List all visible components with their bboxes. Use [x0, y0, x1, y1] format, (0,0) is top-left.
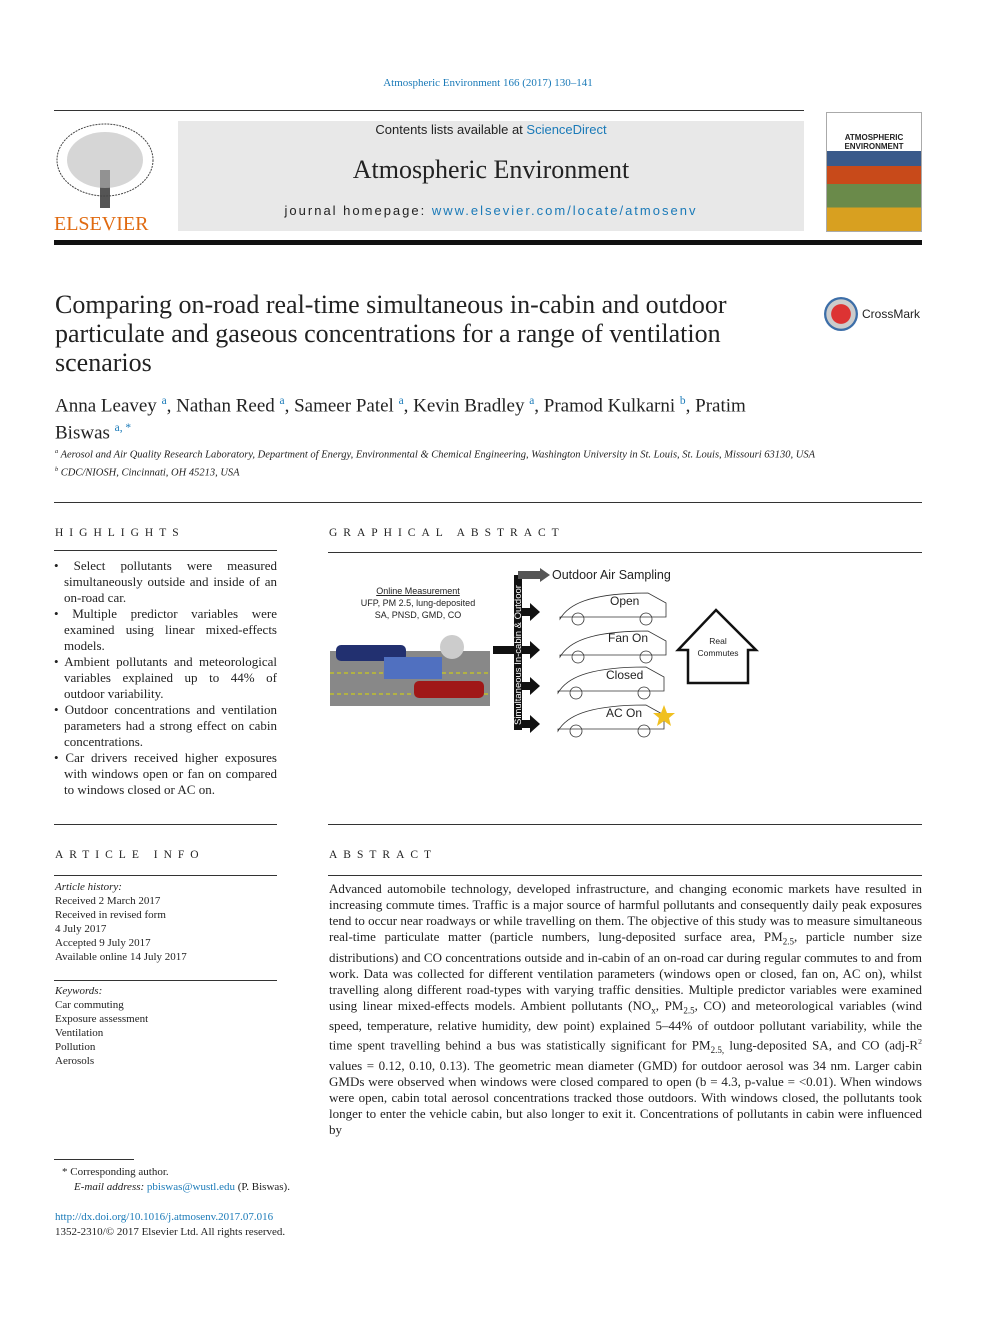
divider — [54, 502, 922, 503]
journal-banner: Contents lists available at ScienceDirec… — [178, 121, 804, 231]
affil-marker: a — [55, 448, 59, 455]
abstract-segment: 2.5 — [782, 936, 794, 947]
article-title: Comparing on-road real-time simultaneous… — [55, 290, 727, 377]
affil-marker: b — [55, 465, 59, 473]
elsevier-logo: ELSEVIER — [54, 120, 158, 235]
abstract-segment: values = 0.12, 0.10, 0.13). The geometri… — [329, 1058, 922, 1138]
cover-title: ATMOSPHERIC ENVIRONMENT — [827, 133, 921, 151]
publisher-logo-text: ELSEVIER — [54, 213, 149, 235]
abstract-segment: 2 — [918, 1037, 923, 1047]
abstract-segment: , PM — [655, 997, 684, 1013]
outdoor-arrow — [540, 568, 550, 582]
author[interactable]: Anna Leavey — [55, 395, 157, 416]
highlight-item: • Car drivers received higher exposures … — [54, 750, 277, 797]
author-affil-marker[interactable]: b — [680, 395, 686, 407]
crossmark-button[interactable]: CrossMark — [824, 297, 920, 331]
graphical-abstract-figure: Online Measurement UFP, PM 2.5, lung-dep… — [328, 565, 768, 745]
journal-title: Atmospheric Environment — [352, 155, 630, 184]
scenario-fan-on: Fan On — [608, 631, 649, 645]
author[interactable]: Kevin Bradley — [413, 395, 524, 416]
highlights-heading: HIGHLIGHTS — [55, 527, 185, 539]
author[interactable]: Pramod Kulkarni — [544, 395, 675, 416]
journal-cover[interactable]: ATMOSPHERIC ENVIRONMENT — [826, 112, 922, 232]
footnote: * Corresponding author. E-mail address: … — [62, 1166, 290, 1193]
red-car — [414, 681, 484, 698]
highlight-item: • Select pollutants were measured simult… — [54, 558, 277, 605]
header-thick-rule — [54, 240, 922, 245]
abstract-segment: lung-deposited SA, and CO (adj-R — [724, 1037, 919, 1053]
homepage-link[interactable]: www.elsevier.com/locate/atmosenv — [432, 203, 698, 218]
author[interactable]: Nathan Reed — [176, 395, 275, 416]
keywords: Keywords: Car commuting Exposure assessme… — [55, 985, 149, 1067]
abstract-segment: 2.5 — [683, 1005, 695, 1016]
truck — [384, 657, 442, 679]
author-list: Anna Leavey a, Nathan Reed a, Sameer Pat… — [55, 395, 746, 444]
highlights-list: • Select pollutants were measured simult… — [54, 558, 277, 798]
author-affil-marker[interactable]: a — [399, 395, 404, 407]
scenario-open: Open — [610, 594, 640, 608]
vertical-label: Simultaneous In-cabin & Outdoor — [513, 585, 524, 725]
exhaust-cloud — [440, 635, 464, 659]
divider — [328, 824, 922, 825]
sciencedirect-link[interactable]: ScienceDirect — [526, 122, 606, 137]
divider — [54, 980, 277, 981]
author-affil-marker[interactable]: a — [529, 395, 534, 407]
divider — [328, 875, 922, 876]
doi-link[interactable]: http://dx.doi.org/10.1016/j.atmosenv.201… — [55, 1211, 273, 1223]
email-link[interactable]: pbiswas@wustl.edu — [147, 1181, 235, 1193]
contents-label: Contents lists available at — [375, 122, 527, 137]
outdoor-sampling-label: Outdoor Air Sampling — [552, 568, 671, 582]
article-info-heading: ARTICLE INFO — [55, 849, 205, 861]
abstract-segment: 2.5, — [710, 1045, 725, 1056]
affiliations: a Aerosol and Air Quality Research Labor… — [55, 445, 815, 480]
divider — [328, 552, 922, 553]
crossmark-label: CrossMark — [862, 307, 921, 321]
abstract-text: Advanced automobile technology, develope… — [329, 881, 922, 1138]
divider — [54, 875, 277, 876]
highlight-item: • Ambient pollutants and meteorological … — [54, 654, 277, 701]
graphical-abstract-heading: GRAPHICAL ABSTRACT — [329, 527, 565, 539]
affiliation-b: CDC/NIOSH, Cincinnati, OH 45213, USA — [60, 467, 240, 478]
article-history: Article history: Received 2 March 2017 Re… — [55, 881, 187, 963]
crossmark-icon — [824, 297, 858, 331]
author-affil-marker[interactable]: a — [280, 395, 285, 407]
author-affil-marker[interactable]: a, * — [115, 422, 131, 434]
article-page: Atmospheric Environment 166 (2017) 130–1… — [0, 0, 992, 1323]
divider — [54, 550, 277, 551]
tree-icon — [56, 123, 154, 208]
house-label: Real Commutes — [697, 636, 739, 658]
highlight-item: • Outdoor concentrations and ventilation… — [54, 702, 277, 749]
abstract-heading: ABSTRACT — [329, 849, 438, 861]
affiliation-a: Aerosol and Air Quality Research Laborat… — [60, 449, 815, 461]
highlight-item: • Multiple predictor variables were exam… — [54, 606, 277, 653]
doi-block: http://dx.doi.org/10.1016/j.atmosenv.201… — [55, 1210, 285, 1240]
header-rule — [54, 110, 804, 111]
scenario-closed: Closed — [606, 668, 644, 682]
copyright: 1352-2310/© 2017 Elsevier Ltd. All right… — [55, 1226, 286, 1238]
corresponding-author: Corresponding author. — [70, 1166, 169, 1178]
author-affil-marker[interactable]: a — [162, 395, 167, 407]
scenario-ac-on: AC On — [606, 706, 643, 720]
divider — [54, 824, 277, 825]
journal-reference-link[interactable]: Atmospheric Environment 166 (2017) 130–1… — [0, 77, 976, 89]
footnote-rule — [54, 1159, 134, 1160]
homepage-label: journal homepage: — [284, 203, 432, 218]
author[interactable]: Sameer Patel — [294, 395, 394, 416]
